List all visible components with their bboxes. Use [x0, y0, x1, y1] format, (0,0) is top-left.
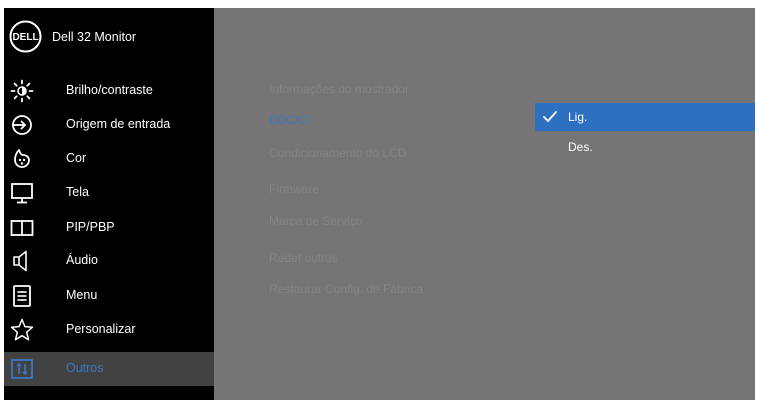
menu-item-label: Áudio [66, 253, 98, 267]
submenu-item-firmware[interactable]: Firmware [269, 182, 319, 196]
menu-item-label: Outros [66, 361, 104, 375]
menu-item-input-source[interactable]: Origem de entrada [4, 108, 214, 142]
ddc-option-off[interactable]: Des. [535, 133, 755, 161]
ddc-option-off-label: Des. [568, 140, 593, 154]
monitor-model-title: Dell 32 Monitor [52, 30, 137, 44]
submenu-item-reset-others[interactable]: Redef outros [269, 251, 338, 265]
menu-item-label: Brilho/contraste [66, 83, 153, 97]
osd-header: DELL Dell 32 Monitor [4, 8, 214, 64]
menu-item-brightness-contrast[interactable]: Brilho/contraste [4, 74, 214, 108]
checkmark-icon [543, 111, 557, 122]
submenu-item-ddc-ci[interactable]: DDC/CI [269, 113, 310, 127]
submenu-item-factory-reset[interactable]: Restaurar Config. de Fábrica [269, 282, 423, 296]
submenu-item-display-info[interactable]: Informações do mostrador [269, 82, 409, 96]
speaker-icon [13, 250, 27, 272]
star-icon [10, 318, 34, 341]
submenu-item-lcd-conditioning[interactable]: Condicionamento do LCD [269, 146, 406, 160]
brightness-icon [10, 79, 34, 103]
menu-item-label: Origem de entrada [66, 117, 171, 131]
color-palette-icon [14, 149, 30, 168]
menu-item-menu[interactable]: Menu [4, 279, 214, 313]
menu-item-label: Personalizar [66, 322, 136, 336]
main-menu-sidebar: DELL Dell 32 Monitor Brilho/contraste Or… [4, 8, 214, 400]
svg-text:DELL: DELL [12, 32, 38, 43]
menu-item-pip-pbp[interactable]: PIP/PBP [4, 211, 214, 245]
dell-logo-icon: DELL [9, 20, 42, 53]
osd-window: DELL Dell 32 Monitor Brilho/contraste Or… [4, 8, 755, 400]
menu-item-personalize[interactable]: Personalizar [4, 313, 214, 347]
display-icon [11, 183, 33, 204]
input-source-icon [12, 115, 32, 135]
menu-item-audio[interactable]: Áudio [4, 244, 214, 278]
menu-item-label: Cor [66, 151, 87, 165]
ddc-option-on[interactable]: Lig. [535, 103, 755, 131]
pip-pbp-icon [10, 220, 34, 236]
ddc-option-on-label: Lig. [568, 110, 588, 124]
menu-item-label: Tela [66, 185, 89, 199]
menu-item-label: PIP/PBP [66, 220, 115, 234]
others-icon [11, 359, 33, 379]
menu-item-others[interactable]: Outros [4, 352, 214, 386]
menu-list-icon [13, 285, 31, 307]
menu-item-display[interactable]: Tela [4, 176, 214, 210]
menu-item-label: Menu [66, 288, 98, 302]
submenu-item-service-tag[interactable]: Marca de Serviço [269, 214, 362, 228]
menu-item-color[interactable]: Cor [4, 142, 214, 176]
